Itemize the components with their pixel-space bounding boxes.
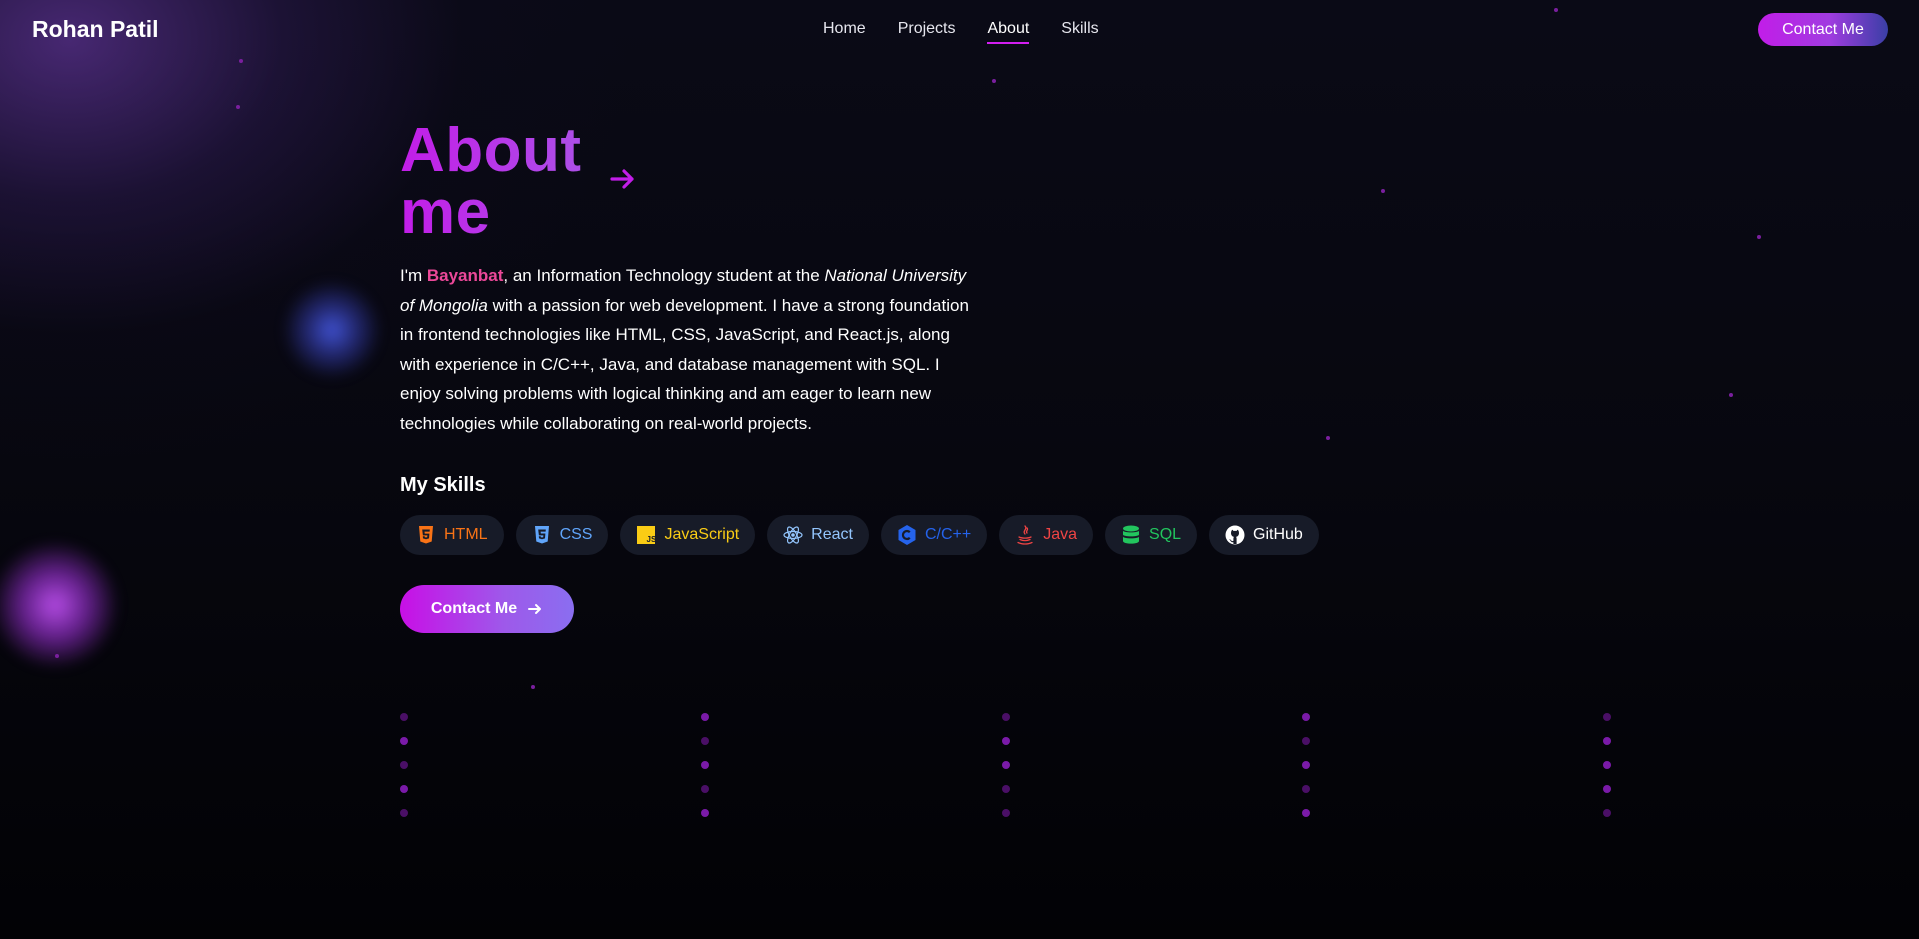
decorative-dot-column xyxy=(1603,713,1611,833)
dot xyxy=(1002,713,1010,721)
skills-list: HTML CSS JS JavaScript React C/C++ Java … xyxy=(400,515,1350,555)
dot xyxy=(1302,785,1310,793)
skill-label-github: GitHub xyxy=(1253,526,1303,543)
skill-label-cpp: C/C++ xyxy=(924,526,972,543)
dot xyxy=(1002,737,1010,745)
nav-links: Home Projects About Skills xyxy=(823,20,1099,44)
dot xyxy=(1603,809,1611,817)
dot xyxy=(1603,761,1611,769)
decorative-dot-column xyxy=(1302,713,1310,833)
decorative-dot-column xyxy=(1002,713,1010,833)
contact-me-button[interactable]: Contact Me xyxy=(400,585,574,633)
dot xyxy=(1302,737,1310,745)
css3-icon xyxy=(532,525,552,545)
dot xyxy=(1603,713,1611,721)
cplusplus-icon xyxy=(897,525,917,545)
skill-label-react: React xyxy=(811,526,853,543)
react-icon xyxy=(783,525,803,545)
nav-link-projects[interactable]: Projects xyxy=(898,20,956,44)
nav-link-skills[interactable]: Skills xyxy=(1061,20,1098,44)
dot xyxy=(1603,785,1611,793)
skill-chip-javascript[interactable]: JS JavaScript xyxy=(620,515,756,555)
arrow-right-icon xyxy=(610,169,634,189)
dot xyxy=(1603,737,1611,745)
dot xyxy=(400,713,408,721)
svg-text:JS: JS xyxy=(647,535,656,544)
bio-text-2: , an Information Technology student at t… xyxy=(503,266,825,285)
arrow-right-icon xyxy=(528,604,542,614)
bio-intro: I'm xyxy=(400,266,427,285)
dot xyxy=(1002,785,1010,793)
dot xyxy=(1002,761,1010,769)
dot xyxy=(400,785,408,793)
dot xyxy=(400,809,408,817)
skill-chip-html[interactable]: HTML xyxy=(400,515,504,555)
skill-label-sql: SQL xyxy=(1149,526,1182,543)
dot xyxy=(701,785,709,793)
title-line-2: me xyxy=(400,178,491,247)
dot xyxy=(1302,761,1310,769)
skill-chip-java[interactable]: Java xyxy=(999,515,1094,555)
html5-icon xyxy=(416,525,436,545)
purple-glow-orb xyxy=(0,540,120,670)
dot xyxy=(400,761,408,769)
github-icon xyxy=(1225,525,1245,545)
top-navbar: Rohan Patil Home Projects About Skills C… xyxy=(0,0,1919,60)
database-icon xyxy=(1121,525,1141,545)
decorative-dot-column xyxy=(400,713,408,833)
star-dot xyxy=(1757,235,1761,239)
skill-chip-css[interactable]: CSS xyxy=(515,515,609,555)
bio-text-3: with a passion for web development. I ha… xyxy=(400,295,969,433)
star-dot xyxy=(55,654,59,658)
nav-contact-button[interactable]: Contact Me xyxy=(1758,13,1888,46)
dot xyxy=(1302,713,1310,721)
about-section: About me I'm Bayanbat, an Information Tec… xyxy=(400,120,1350,633)
blue-glow-orb xyxy=(282,280,382,380)
contact-me-label: Contact Me xyxy=(430,600,518,617)
star-dot xyxy=(1729,393,1733,397)
star-dot xyxy=(236,105,240,109)
decorative-dot-column xyxy=(701,713,709,833)
dot xyxy=(701,809,709,817)
star-dot xyxy=(1381,189,1385,193)
dot xyxy=(701,737,709,745)
skill-label-html: HTML xyxy=(444,526,488,543)
skill-chip-react[interactable]: React xyxy=(767,515,869,555)
title-line-1: About xyxy=(400,116,582,185)
dot xyxy=(400,737,408,745)
skills-heading: My Skills xyxy=(400,474,486,496)
bio-paragraph: I'm Bayanbat, an Information Technology … xyxy=(400,261,980,438)
star-dot xyxy=(992,79,996,83)
skill-chip-sql[interactable]: SQL xyxy=(1105,515,1198,555)
skill-chip-cpp[interactable]: C/C++ xyxy=(880,515,988,555)
star-dot xyxy=(531,685,535,689)
brand-logo[interactable]: Rohan Patil xyxy=(32,16,159,43)
nav-link-about[interactable]: About xyxy=(987,20,1030,44)
title-block: About me xyxy=(400,120,1350,245)
about-page: Rohan Patil Home Projects About Skills C… xyxy=(0,0,1919,939)
java-icon xyxy=(1015,525,1035,545)
page-title: About me xyxy=(400,120,620,244)
dot xyxy=(1002,809,1010,817)
bio-name: Bayanbat xyxy=(426,266,504,285)
skill-label-javascript: JavaScript xyxy=(664,526,740,543)
dot xyxy=(701,713,709,721)
nav-link-home[interactable]: Home xyxy=(823,20,866,44)
dot xyxy=(1302,809,1310,817)
skill-chip-github[interactable]: GitHub xyxy=(1209,515,1319,555)
dot xyxy=(701,761,709,769)
javascript-icon: JS xyxy=(636,525,656,545)
skill-label-css: CSS xyxy=(559,526,593,543)
skill-label-java: Java xyxy=(1043,526,1078,543)
